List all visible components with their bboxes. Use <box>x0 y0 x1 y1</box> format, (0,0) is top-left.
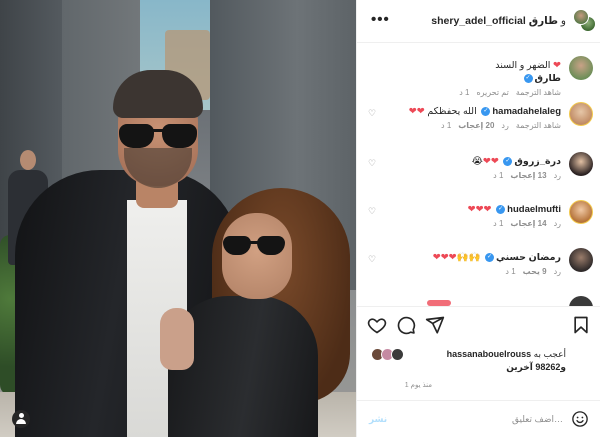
caption-time: 1 د <box>459 88 470 97</box>
woman-hand <box>160 308 194 370</box>
comment-avatar[interactable] <box>569 248 593 272</box>
verified-badge-icon: ✓ <box>503 156 513 166</box>
comment-meta: رد 13 إعجاب 1 د <box>486 171 561 180</box>
comment-avatar[interactable] <box>569 200 593 224</box>
post-actions <box>357 306 600 346</box>
author-avatar[interactable] <box>573 9 589 25</box>
liked-by-text[interactable]: hassanabouelrouss أعجب به <box>447 349 566 360</box>
caption-author[interactable]: طارق✓ <box>522 73 561 84</box>
comment-like-heart-icon[interactable]: ♡ <box>368 254 378 264</box>
likes-count[interactable]: و98262 آخرين <box>506 362 566 373</box>
edited-label: تم تحريره <box>476 88 509 97</box>
reply-button[interactable]: رد <box>554 171 561 180</box>
bookmark-icon[interactable] <box>571 315 591 335</box>
comments-list[interactable]: ❤ الضهر و السند طارق✓ شاهد الترجمة تم تحر… <box>357 44 600 306</box>
verified-badge-icon: ✓ <box>481 106 491 116</box>
likes-summary[interactable]: hassanabouelrouss أعجب به و98262 آخرين <box>357 346 590 380</box>
tagged-user-icon[interactable] <box>12 410 30 428</box>
comment-text: hudaelmufti✓ ❤❤❤ <box>467 204 561 215</box>
comment-avatar[interactable] <box>569 102 593 126</box>
caption-avatar[interactable] <box>569 56 593 80</box>
paper-plane-icon[interactable] <box>425 315 445 335</box>
man-sunglasses <box>119 124 197 150</box>
verified-badge-icon: ✓ <box>496 204 506 214</box>
comment-meta: رد 9 يحب 1 د <box>498 267 561 276</box>
verified-badge-icon: ✓ <box>484 252 494 262</box>
post-photo[interactable] <box>0 0 356 437</box>
verified-badge-icon: ✓ <box>523 73 533 83</box>
comment-like-heart-icon[interactable]: ♡ <box>368 108 378 118</box>
see-translation-link[interactable]: شاهد الترجمة <box>516 88 561 97</box>
post-comment-button[interactable]: نشر <box>369 414 387 425</box>
comment-input[interactable]: اضف تعليق… <box>512 414 563 425</box>
comment-like-heart-icon[interactable]: ♡ <box>368 158 378 168</box>
reply-button[interactable]: رد <box>554 219 561 228</box>
reply-button[interactable]: رد <box>501 121 508 130</box>
comment-time: 1 د <box>493 171 504 180</box>
woman-sunglasses <box>223 236 287 256</box>
comment-text: رمضان حسني✓ 🙌🙌❤❤❤ <box>432 252 561 263</box>
comment-likes[interactable]: 9 يحب <box>523 267 547 276</box>
see-translation-link[interactable]: شاهد الترجمة <box>516 121 561 130</box>
comment-likes[interactable]: 20 إعجاب <box>458 121 494 130</box>
comment-time: 1 د <box>505 267 516 276</box>
comment-meta: شاهد الترجمة رد 20 إعجاب 1 د <box>434 121 561 130</box>
comment-time: 1 د <box>441 121 452 130</box>
smiley-icon[interactable] <box>571 410 589 428</box>
reply-button[interactable]: رد <box>554 267 561 276</box>
liker-avatars <box>371 348 409 362</box>
comment-likes[interactable]: 14 إعجاب <box>510 219 546 228</box>
comment-icon[interactable] <box>396 315 416 335</box>
comment-like-heart-icon[interactable]: ♡ <box>368 206 378 216</box>
comment-likes[interactable]: 13 إعجاب <box>510 171 546 180</box>
post-authors[interactable]: shery_adel_official و طارق <box>431 15 566 27</box>
post-sidebar: ••• shery_adel_official و طارق ❤ الضهر و… <box>356 0 600 437</box>
comment-meta: رد 14 إعجاب 1 د <box>486 219 561 228</box>
post-timestamp: منذ يوم 1 <box>404 382 432 389</box>
comment-text: درة_زروق✓ ❤❤😭 <box>471 156 561 167</box>
more-options-icon[interactable]: ••• <box>371 11 390 28</box>
add-comment-bar: نشر اضف تعليق… <box>357 400 600 437</box>
caption-meta: شاهد الترجمة تم تحريره 1 د <box>452 88 561 97</box>
woman-face <box>222 213 292 299</box>
comment-avatar[interactable] <box>569 296 593 306</box>
comment-text: hamadahelaleg✓ الله يحفظكم ❤❤ <box>408 106 561 117</box>
post-header: ••• shery_adel_official و طارق <box>357 0 600 43</box>
comment-time: 1 د <box>493 219 504 228</box>
comment-avatar[interactable] <box>569 152 593 176</box>
heart-icon[interactable] <box>367 315 387 335</box>
caption-text: ❤ الضهر و السند <box>495 60 561 71</box>
